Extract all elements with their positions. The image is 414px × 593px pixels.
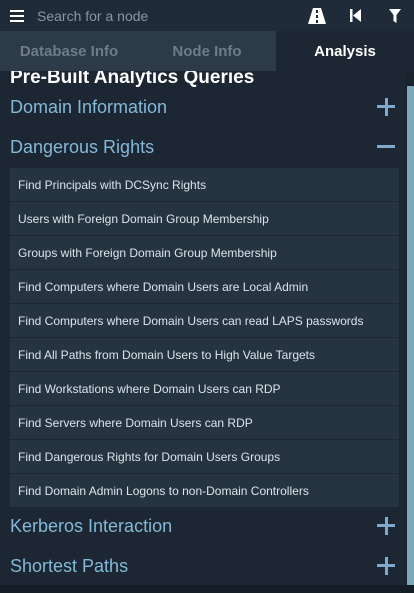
category-dangerous-rights[interactable]: Dangerous Rights bbox=[0, 127, 405, 167]
tab-node-info[interactable]: Node Info bbox=[138, 31, 276, 71]
query-item[interactable]: Find Workstations where Domain Users can… bbox=[10, 372, 399, 406]
query-item[interactable]: Find All Paths from Domain Users to High… bbox=[10, 338, 399, 372]
query-list: Find Principals with DCSync Rights Users… bbox=[10, 168, 399, 508]
expand-plus-icon[interactable] bbox=[377, 517, 395, 535]
category-label: Domain Information bbox=[10, 96, 168, 117]
search-bar bbox=[0, 0, 414, 31]
query-item[interactable]: Find Computers where Domain Users are Lo… bbox=[10, 270, 399, 304]
expand-plus-icon[interactable] bbox=[377, 98, 395, 116]
bottom-divider bbox=[0, 585, 414, 593]
query-item[interactable]: Users with Foreign Domain Group Membersh… bbox=[10, 202, 399, 236]
query-item[interactable]: Find Dangerous Rights for Domain Users G… bbox=[10, 440, 399, 474]
tab-database-info[interactable]: Database Info bbox=[0, 31, 138, 71]
collapse-minus-icon[interactable] bbox=[377, 138, 395, 156]
query-item[interactable]: Groups with Foreign Domain Group Members… bbox=[10, 236, 399, 270]
back-step-icon[interactable] bbox=[336, 0, 375, 31]
tab-bar: Database Info Node Info Analysis bbox=[0, 31, 414, 71]
query-item[interactable]: Find Domain Admin Logons to non-Domain C… bbox=[10, 474, 399, 508]
section-heading: Pre-Built Analytics Queries bbox=[10, 71, 255, 88]
query-item[interactable]: Find Principals with DCSync Rights bbox=[10, 168, 399, 202]
category-shortest-paths[interactable]: Shortest Paths bbox=[0, 546, 405, 585]
analysis-panel: Pre-Built Analytics Queries Domain Infor… bbox=[0, 71, 405, 585]
query-item[interactable]: Find Servers where Domain Users can RDP bbox=[10, 406, 399, 440]
scrollbar-thumb[interactable] bbox=[407, 86, 414, 586]
category-label: Shortest Paths bbox=[10, 555, 129, 576]
category-label: Kerberos Interaction bbox=[10, 515, 173, 536]
query-item[interactable]: Find Computers where Domain Users can re… bbox=[10, 304, 399, 338]
category-label: Dangerous Rights bbox=[10, 136, 155, 157]
toolbar-icons bbox=[297, 0, 414, 31]
search-input[interactable] bbox=[34, 0, 297, 31]
app-window: Database Info Node Info Analysis Pre-Bui… bbox=[0, 0, 414, 593]
hamburger-menu-icon[interactable] bbox=[0, 0, 34, 31]
filter-funnel-icon[interactable] bbox=[375, 0, 414, 31]
tab-analysis[interactable]: Analysis bbox=[276, 31, 414, 71]
category-domain-information[interactable]: Domain Information bbox=[0, 87, 405, 127]
category-kerberos-interaction[interactable]: Kerberos Interaction bbox=[0, 506, 405, 546]
expand-plus-icon[interactable] bbox=[377, 557, 395, 575]
pathfinding-road-icon[interactable] bbox=[297, 0, 336, 31]
